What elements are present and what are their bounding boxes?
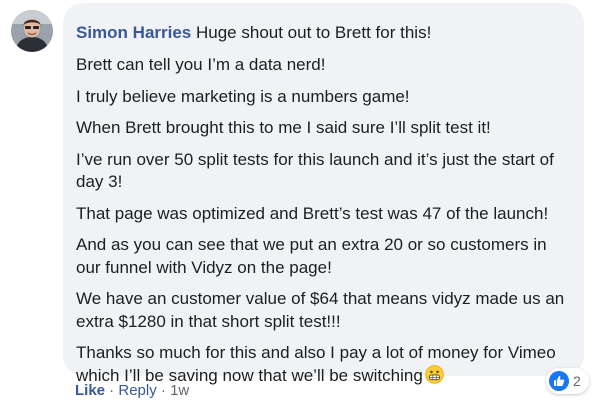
comment: Simon Harries Huge shout out to Brett fo… [0, 0, 600, 405]
comment-last-text: Thanks so much for this and also I pay a… [76, 343, 556, 385]
like-link[interactable]: Like [75, 382, 105, 399]
timestamp[interactable]: 1w [170, 382, 189, 399]
comment-header: Simon Harries Huge shout out to Brett fo… [76, 20, 570, 45]
comment-first-line: Huge shout out to Brett for this! [196, 23, 432, 42]
comment-paragraph: We have an customer value of $64 that me… [76, 289, 565, 331]
grinning-face-emoji-icon [425, 364, 444, 384]
comment-paragraph: Brett can tell you I’m a data nerd! [76, 55, 326, 74]
avatar[interactable] [11, 10, 53, 52]
profile-photo-icon [11, 10, 53, 52]
comment-paragraph: When Brett brought this to me I said sur… [76, 118, 491, 137]
reaction-summary[interactable]: 2 [546, 368, 589, 394]
comment-paragraph: That page was optimized and Brett’s test… [76, 203, 549, 223]
comment-paragraph: I truly believe marketing is a numbers g… [76, 86, 410, 106]
thumbs-up-icon [549, 371, 569, 391]
comment-paragraph: I’ve run over 50 split tests for this la… [76, 149, 554, 192]
comment-actions: Like · Reply · 1w [75, 381, 189, 401]
separator: · [105, 382, 119, 399]
comment-paragraph: And as you can see that we put an extra … [76, 235, 547, 277]
reply-link[interactable]: Reply [118, 382, 156, 399]
comment-bubble: Simon Harries Huge shout out to Brett fo… [63, 3, 584, 385]
author-name[interactable]: Simon Harries [76, 23, 191, 42]
separator: · [156, 382, 171, 399]
reaction-count: 2 [573, 373, 581, 389]
